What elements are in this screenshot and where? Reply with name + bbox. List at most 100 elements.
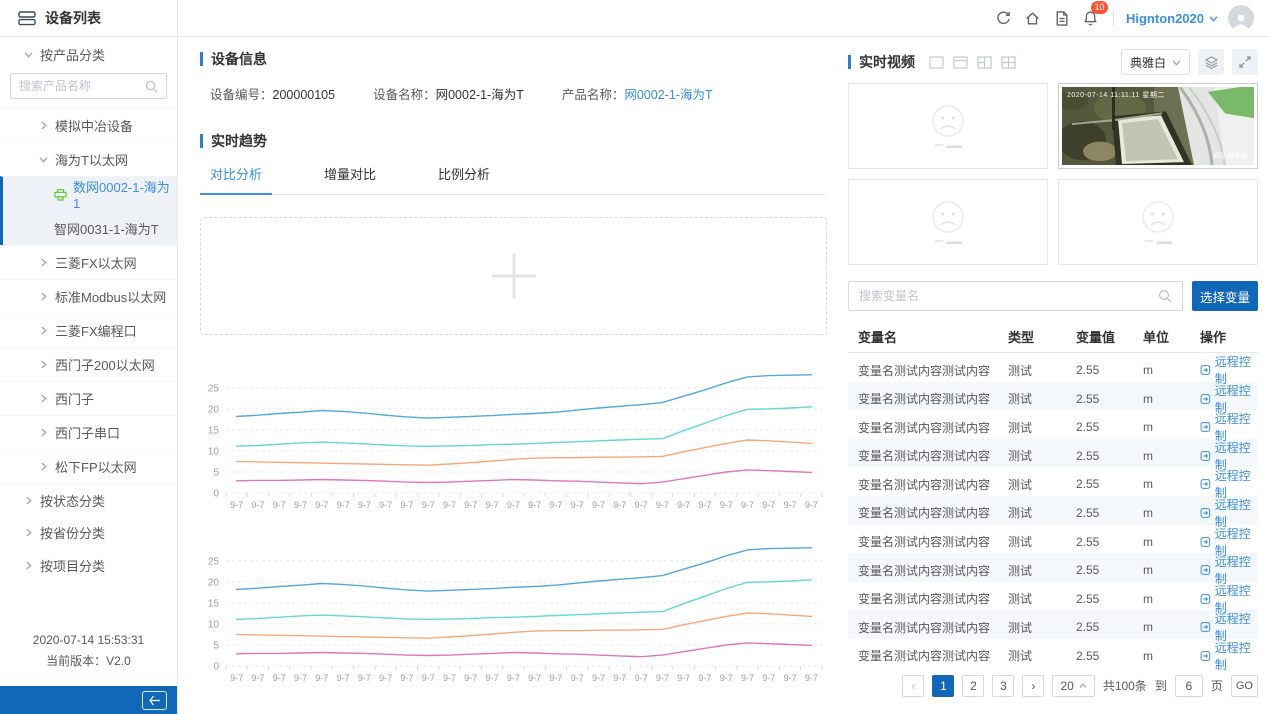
trend-title: 实时趋势 <box>200 131 827 151</box>
sidebar-item-product-1[interactable]: 海为T以太网 <box>0 142 177 176</box>
video-layout-2-icon[interactable] <box>953 56 968 69</box>
sidebar-item-product-6[interactable]: 西门子 <box>0 381 177 415</box>
svg-text:9-7: 9-7 <box>805 500 818 510</box>
svg-text:9-7: 9-7 <box>358 673 371 683</box>
layers-button[interactable] <box>1198 49 1224 75</box>
user-menu[interactable]: Hignton2020 <box>1126 11 1218 26</box>
main-area: 10 Hignton2020 设备信息 <box>178 0 1268 714</box>
svg-text:9-7: 9-7 <box>549 500 562 510</box>
home-button[interactable] <box>1018 5 1047 31</box>
remote-control-icon <box>1200 536 1211 548</box>
svg-text:9-7: 9-7 <box>400 500 413 510</box>
table-row-11: 变量名测试内容测试内容测试2.55m远程控制 <box>848 639 1258 668</box>
go-button[interactable]: GO <box>1231 675 1258 697</box>
prev-page-button[interactable]: ‹ <box>902 675 924 697</box>
device-item-1[interactable]: 智网0031-1-海为T <box>3 211 177 245</box>
select-variable-button[interactable]: 选择变量 <box>1192 281 1258 311</box>
tab-ratio-analysis[interactable]: 比例分析 <box>428 153 500 194</box>
product-search-box[interactable] <box>10 73 167 99</box>
document-button[interactable] <box>1047 5 1076 31</box>
table-row-1: 变量名测试内容测试内容测试2.55m远程控制 <box>848 353 1258 382</box>
table-row-7: 变量名测试内容测试内容测试2.55m远程控制 <box>848 525 1258 554</box>
device-item-0[interactable]: 数网0002-1-海为1 <box>3 177 177 211</box>
tab-increment-compare[interactable]: 增量对比 <box>314 153 386 194</box>
sidebar-group-other-0[interactable]: 按状态分类 <box>0 483 177 516</box>
trend-chart-1: 05101520259-79-79-79-79-79-79-79-79-79-7… <box>200 365 827 520</box>
sidebar-group-product[interactable]: 按产品分类 <box>0 37 177 71</box>
svg-text:9-7: 9-7 <box>464 673 477 683</box>
svg-text:9-7: 9-7 <box>677 500 690 510</box>
sidebar-item-product-5[interactable]: 西门子200以太网 <box>0 347 177 381</box>
app-root: 设备列表 按产品分类 模拟中冶设备海为T以太网数网0002-1-海为1智网003… <box>0 0 1268 714</box>
video-cell-3[interactable] <box>848 179 1048 265</box>
sidebar-group-other-2[interactable]: 按项目分类 <box>0 549 177 582</box>
next-page-button[interactable]: › <box>1022 675 1044 697</box>
notification-button[interactable]: 10 <box>1076 5 1105 31</box>
product-search-input[interactable] <box>19 79 145 93</box>
page-button-3[interactable]: 3 <box>992 675 1014 697</box>
avatar[interactable] <box>1228 5 1254 31</box>
svg-text:9-7: 9-7 <box>294 500 307 510</box>
svg-text:9-7: 9-7 <box>422 500 435 510</box>
sidebar-item-product-0[interactable]: 模拟中冶设备 <box>0 108 177 142</box>
jump-page-input[interactable] <box>1175 675 1203 697</box>
svg-text:9-7: 9-7 <box>762 673 775 683</box>
svg-text:9-7: 9-7 <box>251 500 264 510</box>
video-cell-2[interactable]: 2020-07-14 11:11:11 星期二网络摄像机 <box>1058 83 1258 169</box>
svg-text:9-7: 9-7 <box>677 673 690 683</box>
svg-text:9-7: 9-7 <box>571 673 584 683</box>
chevron-right-icon <box>39 462 48 471</box>
sidebar-item-product-8[interactable]: 松下FP以太网 <box>0 449 177 483</box>
svg-text:9-7: 9-7 <box>656 673 669 683</box>
video-layout-3-icon[interactable] <box>977 56 992 69</box>
sidebar-item-product-4[interactable]: 三菱FX编程口 <box>0 313 177 347</box>
video-layout-4-icon[interactable] <box>1001 56 1016 69</box>
chevron-up-icon <box>1079 682 1087 690</box>
svg-text:9-7: 9-7 <box>230 500 243 510</box>
svg-text:5: 5 <box>213 468 219 479</box>
sidebar-item-product-2[interactable]: 三菱FX以太网 <box>0 245 177 279</box>
svg-text:9-7: 9-7 <box>358 500 371 510</box>
current-timestamp: 2020-07-14 15:53:31 <box>0 630 177 651</box>
document-icon <box>1053 10 1070 27</box>
col-type: 类型 <box>1008 327 1076 346</box>
remote-control-icon <box>1200 564 1211 576</box>
svg-text:9-7: 9-7 <box>613 500 626 510</box>
refresh-icon <box>995 10 1012 27</box>
video-cell-4[interactable] <box>1058 179 1258 265</box>
page-button-1[interactable]: 1 <box>932 675 954 697</box>
variable-search-input[interactable] <box>859 289 1158 303</box>
page-button-2[interactable]: 2 <box>962 675 984 697</box>
svg-text:9-7: 9-7 <box>379 500 392 510</box>
sidebar-item-product-7[interactable]: 西门子串口 <box>0 415 177 449</box>
tab-compare-analysis[interactable]: 对比分析 <box>200 153 272 194</box>
page-size-select[interactable]: 20 <box>1052 675 1094 697</box>
svg-text:9-7: 9-7 <box>464 500 477 510</box>
svg-text:9-7: 9-7 <box>762 500 775 510</box>
sidebar-item-product-3[interactable]: 标准Modbus以太网 <box>0 279 177 313</box>
remote-control-link[interactable]: 远程控制 <box>1200 639 1258 673</box>
theme-select[interactable]: 典雅白 <box>1121 49 1190 75</box>
sidebar-group-other-1[interactable]: 按省份分类 <box>0 516 177 549</box>
search-icon <box>145 80 158 93</box>
trend-chart-2: 05101520259-79-79-79-79-79-79-79-79-79-7… <box>200 538 827 693</box>
jump-suffix-label: 页 <box>1211 677 1223 694</box>
svg-text:15: 15 <box>208 425 220 436</box>
video-layout-switcher <box>929 56 1016 69</box>
sidebar-footer-info: 2020-07-14 15:53:31 当前版本：V2.0 <box>0 620 177 686</box>
product-name-link[interactable]: 网0002-1-海为T <box>624 88 712 102</box>
fullscreen-button[interactable] <box>1232 49 1258 75</box>
video-cell-1[interactable] <box>848 83 1048 169</box>
svg-text:9-7: 9-7 <box>635 500 648 510</box>
video-layout-1-icon[interactable] <box>929 56 944 69</box>
line-chart: 05101520259-79-79-79-79-79-79-79-79-79-7… <box>200 538 827 690</box>
variable-search-box[interactable] <box>848 281 1183 311</box>
add-variable-dropzone[interactable] <box>200 217 827 335</box>
chevron-down-icon <box>1172 58 1181 67</box>
svg-text:9-7: 9-7 <box>315 673 328 683</box>
remote-control-icon <box>1200 393 1211 405</box>
table-row-6: 变量名测试内容测试内容测试2.55m远程控制 <box>848 496 1258 525</box>
sidebar-collapse-button[interactable] <box>142 691 167 710</box>
refresh-button[interactable] <box>989 5 1018 31</box>
svg-text:9-7: 9-7 <box>656 500 669 510</box>
